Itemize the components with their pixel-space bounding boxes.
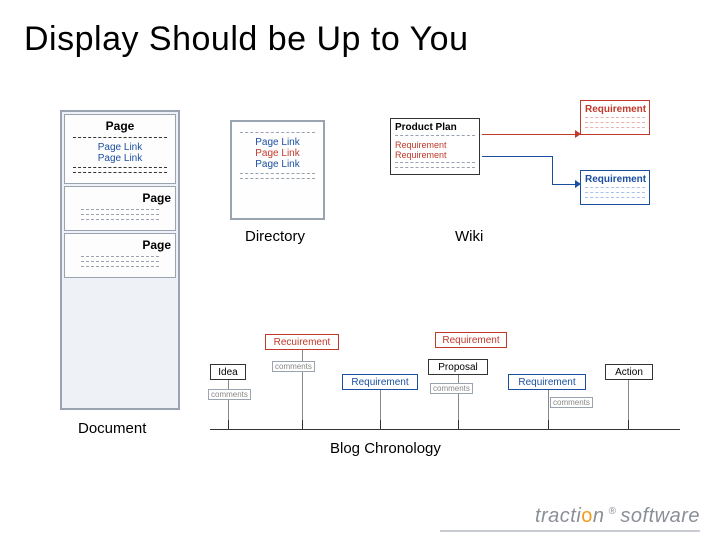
rule (73, 172, 167, 174)
document-card-3: Page (64, 233, 176, 278)
rule (73, 137, 167, 139)
arrowhead-icon (575, 180, 581, 188)
leader (228, 380, 229, 420)
rule (585, 187, 645, 190)
document-column: Page Page Link Page Link Page Page (60, 110, 180, 410)
wiki-req-title: Requirement (585, 104, 645, 115)
rule (585, 197, 645, 200)
tick (302, 420, 303, 430)
tick (228, 420, 229, 430)
page-heading: Page (69, 238, 171, 252)
arrowhead-icon (575, 130, 581, 138)
leader (380, 390, 381, 420)
logo-accent: o (581, 505, 593, 527)
blog-action-box: Action (605, 364, 653, 380)
blog-recuirement-box: Recuirement (265, 334, 339, 350)
tick (548, 420, 549, 430)
document-card-1: Page Page Link Page Link (64, 114, 176, 184)
blog-requirement-box: Requirement (435, 332, 507, 348)
blog-proposal-box: Proposal (428, 359, 488, 375)
registered-icon: ® (609, 506, 617, 517)
page-link: Page Link (236, 159, 319, 170)
arrow (552, 156, 553, 184)
page-heading: Page (69, 191, 171, 205)
logo-underline (440, 530, 700, 532)
rule (240, 173, 315, 175)
rule (81, 209, 159, 211)
wiki-req-mid: Requirement (580, 170, 650, 205)
page-link: Page Link (236, 137, 319, 148)
wiki-req-title: Requirement (585, 174, 645, 185)
rule (81, 219, 159, 221)
logo-text: tracti (535, 505, 581, 527)
directory-card: Page Link Page Link Page Link (230, 120, 325, 220)
slide-title: Display Should be Up to You (24, 20, 468, 59)
directory-caption: Directory (245, 228, 305, 245)
tick (380, 420, 381, 430)
rule (585, 192, 645, 195)
rule (585, 117, 645, 120)
comments-label: comments (430, 383, 473, 394)
page-link: Page Link (69, 153, 171, 164)
wiki-plan-line: Requirement (395, 140, 475, 150)
leader (628, 380, 629, 420)
blog-idea-box: Idea (210, 364, 246, 380)
rule (81, 266, 159, 268)
logo-text: n (593, 505, 605, 527)
blog-timeline: Idea comments Recuirement comments Requi… (210, 310, 680, 430)
comments-label: comments (208, 389, 251, 400)
rule (395, 135, 475, 138)
blog-requirement-box: Requirement (508, 374, 586, 390)
page-link: Page Link (236, 148, 319, 159)
wiki-diagram: Product Plan Requirement Requirement Req… (380, 100, 680, 260)
wiki-plan-title: Product Plan (395, 122, 475, 133)
rule (81, 214, 159, 216)
document-caption: Document (78, 420, 146, 437)
blog-caption: Blog Chronology (330, 440, 441, 457)
rule (73, 167, 167, 169)
comments-label: comments (272, 361, 315, 372)
wiki-req-top: Requirement (580, 100, 650, 135)
blog-requirement-box: Requirement (342, 374, 418, 390)
rule (240, 132, 315, 134)
comments-label: comments (550, 397, 593, 408)
tick (628, 420, 629, 430)
arrow (482, 134, 578, 135)
page-heading: Page (69, 119, 171, 133)
logo: traction ®software (535, 505, 700, 528)
rule (81, 261, 159, 263)
timeline-axis (210, 429, 680, 430)
rule (240, 178, 315, 180)
rule (81, 256, 159, 258)
wiki-caption: Wiki (455, 228, 483, 245)
wiki-plan-box: Product Plan Requirement Requirement (390, 118, 480, 175)
rule (585, 127, 645, 130)
rule (395, 162, 475, 165)
tick (458, 420, 459, 430)
rule (395, 167, 475, 170)
page-link: Page Link (69, 142, 171, 153)
document-card-2: Page (64, 186, 176, 231)
arrow (482, 156, 552, 157)
leader (548, 390, 549, 420)
logo-software: software (620, 505, 700, 527)
wiki-plan-line: Requirement (395, 150, 475, 160)
rule (585, 122, 645, 125)
